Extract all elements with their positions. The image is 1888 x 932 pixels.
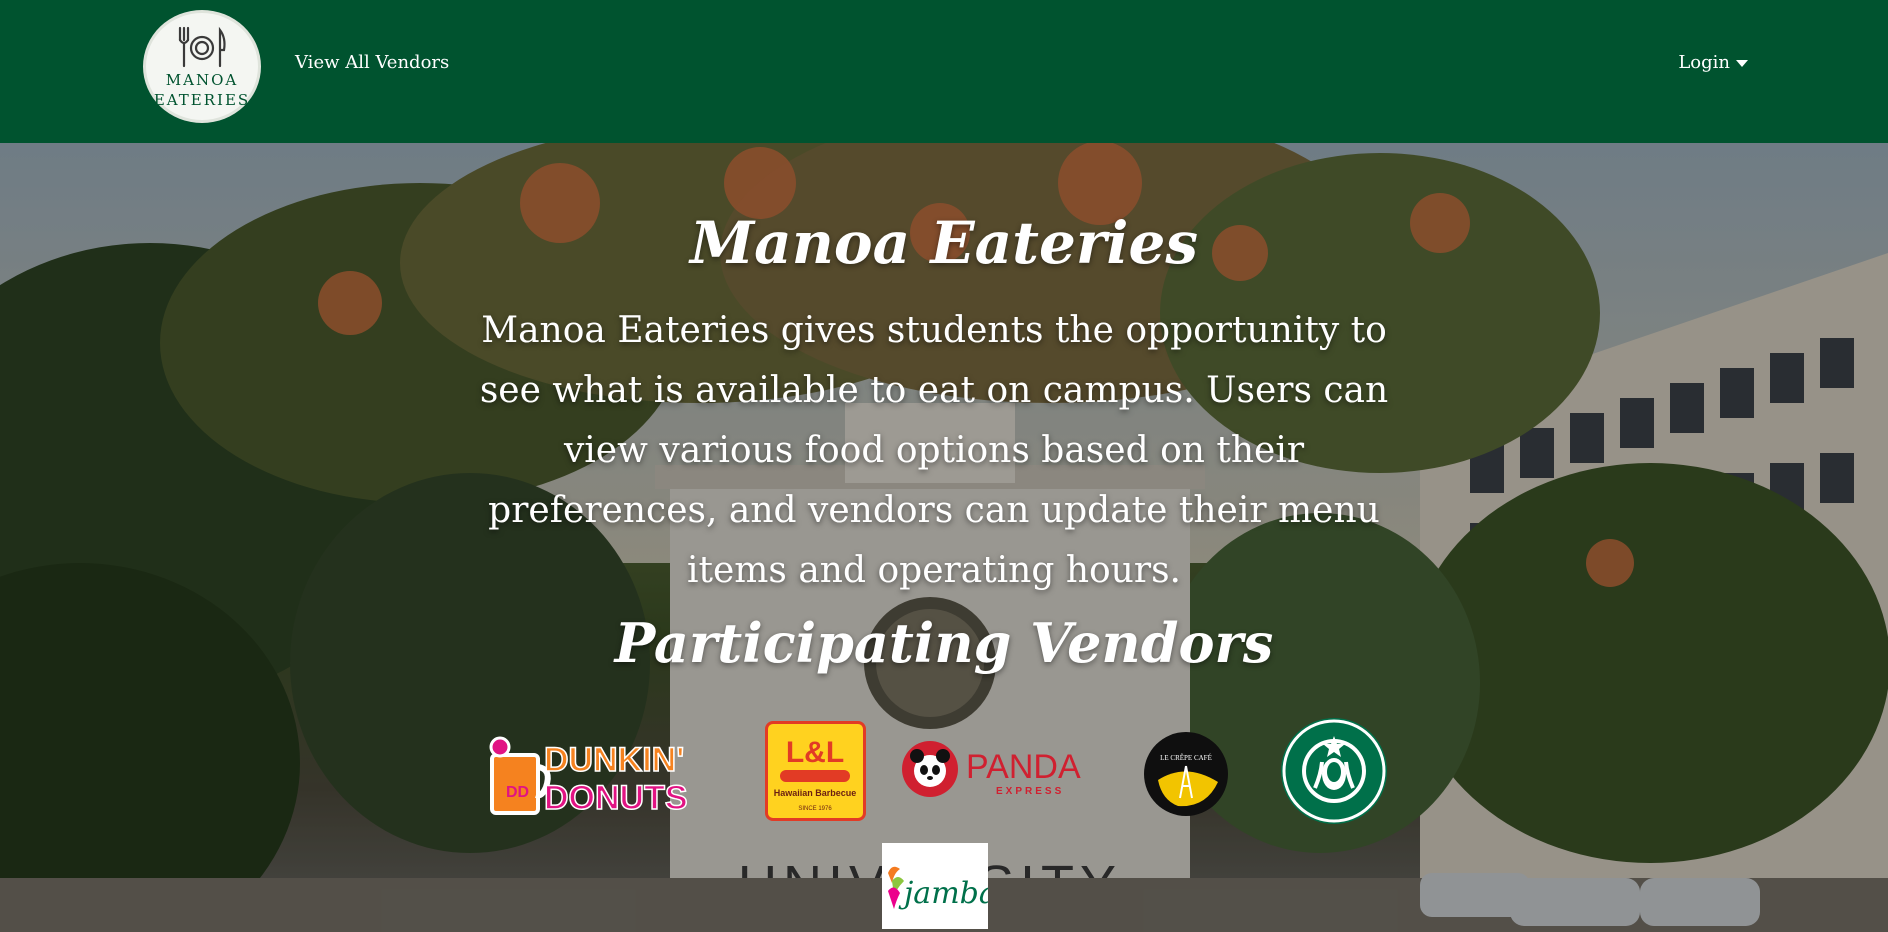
hero-title: Manoa Eateries xyxy=(689,209,1199,277)
fork-knife-icon xyxy=(178,26,226,67)
caret-down-icon xyxy=(1736,60,1748,67)
panda-logo-subtext: EXPRESS xyxy=(996,786,1064,797)
jamba-logo[interactable]: jamba xyxy=(882,843,997,929)
ll-logo-text: L&L xyxy=(786,736,844,769)
panda-logo-text: PANDA xyxy=(966,748,1081,786)
dunkin-donuts-logo[interactable]: DD DUNKIN' DONUTS xyxy=(482,723,714,823)
ll-logo-since: SINCE 1976 xyxy=(798,806,832,812)
ll-logo-subtext: Hawaiian Barbecue xyxy=(774,788,857,798)
login-dropdown[interactable]: Login xyxy=(1678,52,1748,73)
jamba-logo-text: jamba xyxy=(898,876,988,911)
brand-logo[interactable]: MANOA EATERIES xyxy=(143,10,261,123)
hero-description: Manoa Eateries gives students the opport… xyxy=(479,310,1389,591)
login-label: Login xyxy=(1678,52,1730,73)
starbucks-logo[interactable] xyxy=(1281,718,1387,824)
brand-name-line2: EATERIES xyxy=(153,90,251,109)
panda-express-logo[interactable]: PANDA EXPRESS xyxy=(900,736,1095,802)
view-all-vendors-link[interactable]: View All Vendors xyxy=(295,52,449,73)
dunkin-logo-text-line1: DUNKIN' xyxy=(544,741,684,779)
le-crepe-logo-text: LE CRÊPE CAFÉ xyxy=(1160,754,1212,762)
ll-hawaiian-barbecue-logo[interactable]: L&L Hawaiian Barbecue SINCE 1976 xyxy=(765,721,866,821)
hero-section: UNIVERSITY Manoa Eateries Manoa Eateries… xyxy=(0,143,1888,932)
participating-vendors-heading: Participating Vendors xyxy=(614,611,1274,675)
top-navbar: MANOA EATERIES View All Vendors Login xyxy=(0,0,1888,143)
svg-text:DD: DD xyxy=(506,784,529,801)
le-crepe-cafe-logo[interactable]: LE CRÊPE CAFÉ xyxy=(1144,732,1228,816)
dunkin-logo-text-line2: DONUTS xyxy=(544,779,688,817)
brand-name-line1: MANOA xyxy=(165,70,239,89)
